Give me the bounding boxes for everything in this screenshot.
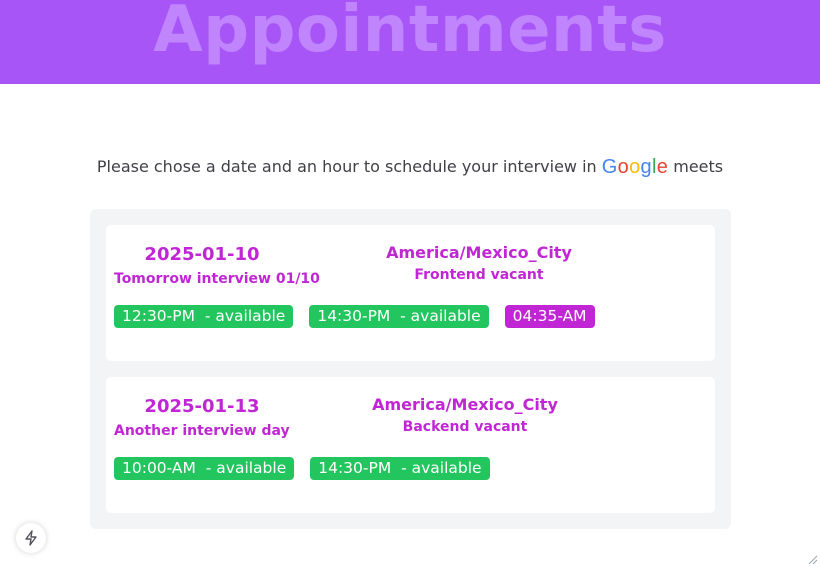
page-title: Appointments xyxy=(153,0,667,67)
instruction-text-before: Please chose a date and an hour to sched… xyxy=(96,157,597,176)
google-letter: o xyxy=(629,156,641,178)
appointment-card: 2025-01-10 Tomorrow interview 01/10 Amer… xyxy=(106,225,715,361)
appointments-panel: 2025-01-10 Tomorrow interview 01/10 Amer… xyxy=(90,209,731,529)
time-slot-button[interactable]: 14:30-PM - available xyxy=(309,305,489,328)
appointment-date: 2025-01-13 xyxy=(144,396,260,417)
google-letter: o xyxy=(617,156,630,178)
time-slot-button[interactable]: 14:30-PM - available xyxy=(310,457,490,480)
page: Appointments Please chose a date and an … xyxy=(0,0,820,567)
instruction-text: Please chose a date and an hour to sched… xyxy=(0,155,820,179)
appointment-vacancy: Backend vacant xyxy=(402,419,528,435)
time-slot-button[interactable]: 10:00-AM - available xyxy=(114,457,295,480)
appointment-note: Another interview day xyxy=(114,423,290,439)
appointment-note: Tomorrow interview 01/10 xyxy=(114,271,320,287)
dev-tools-button[interactable] xyxy=(16,523,46,553)
time-slot-button[interactable]: 12:30-PM - available xyxy=(114,305,294,328)
google-letter: g xyxy=(640,156,652,178)
google-letter: e xyxy=(656,156,669,178)
appointment-date: 2025-01-10 xyxy=(144,244,260,265)
header-banner: Appointments xyxy=(0,0,820,84)
time-slot-list: 12:30-PM - available 14:30-PM - availabl… xyxy=(114,305,595,328)
lightning-bolt-icon xyxy=(25,530,37,546)
time-slot-list: 10:00-AM - available 14:30-PM - availabl… xyxy=(114,457,490,480)
appointment-timezone: America/Mexico_City xyxy=(386,243,572,262)
instruction-text-after: meets xyxy=(673,157,724,176)
appointment-vacancy: Frontend vacant xyxy=(414,267,544,283)
appointment-timezone: America/Mexico_City xyxy=(372,395,558,414)
google-letter: G xyxy=(601,156,618,178)
resize-grip-icon[interactable] xyxy=(806,553,818,565)
google-logo: Google xyxy=(602,156,668,178)
time-slot-button-selected[interactable]: 04:35-AM xyxy=(504,305,595,328)
appointment-card: 2025-01-13 Another interview day America… xyxy=(106,377,715,513)
